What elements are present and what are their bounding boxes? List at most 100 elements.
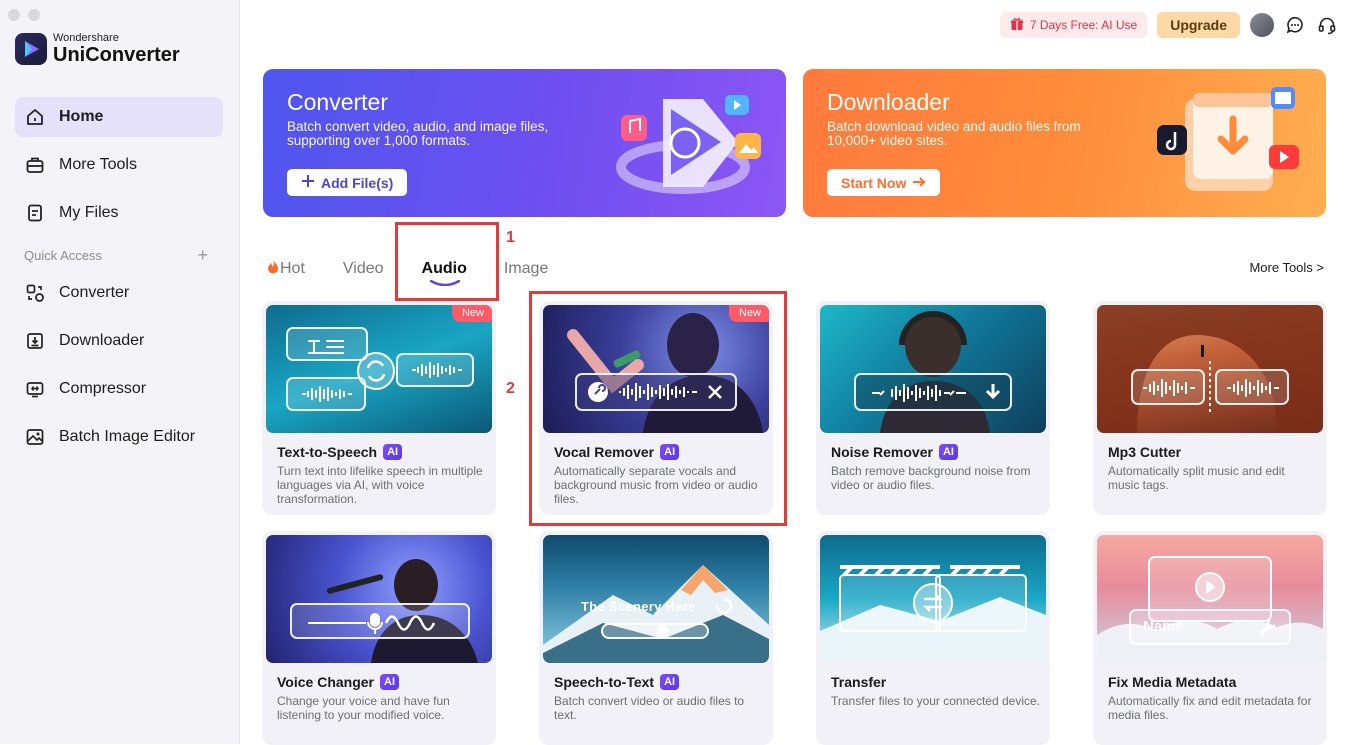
toolbox-icon: [24, 154, 46, 176]
uniconverter-logo-icon: [15, 33, 47, 65]
tool-card-voice-changer[interactable]: Voice Changer AI Change your voice and h…: [262, 531, 496, 745]
card-thumbnail: New: [266, 305, 492, 433]
ai-badge: AI: [383, 444, 403, 460]
downloader-icon: [24, 330, 46, 352]
card-thumbnail: [266, 535, 492, 663]
ai-badge: AI: [380, 674, 399, 690]
banner-description: Batch download video and audio files fro…: [827, 119, 1081, 148]
plus-icon: [301, 174, 315, 191]
sidebar-item-label: Converter: [59, 284, 130, 301]
window-controls: [8, 9, 40, 21]
tool-card-mp3-cutter[interactable]: Mp3 Cutter Automatically split music and…: [1093, 301, 1327, 515]
tab-image[interactable]: Image: [504, 260, 548, 278]
annotation-number-1: 1: [506, 229, 515, 246]
arrow-right-icon: [912, 175, 926, 191]
start-now-button[interactable]: Start Now: [827, 169, 941, 196]
tool-card-transfer[interactable]: Transfer Transfer files to your connecte…: [816, 531, 1050, 745]
card-thumbnail: Name: [1097, 535, 1323, 663]
sidebar-item-label: Home: [59, 108, 104, 125]
sidebar-item-batch-image-editor[interactable]: Batch Image Editor: [15, 417, 223, 457]
audio-segment-right: [1215, 369, 1289, 405]
singer-silhouette: [567, 313, 763, 433]
downloader-banner[interactable]: Downloader Batch download video and audi…: [803, 69, 1326, 217]
card-thumbnail: New: [543, 305, 769, 433]
tab-video[interactable]: Video: [343, 260, 384, 278]
ai-badge: AI: [660, 674, 680, 690]
card-title: Vocal Remover: [554, 444, 655, 460]
upgrade-button[interactable]: Upgrade: [1157, 12, 1240, 38]
tool-card-vocal-remover[interactable]: New Vocal Remover AI Automatically separ…: [539, 301, 773, 515]
tool-card-text-to-speech[interactable]: New Text-to-Speech AI Turn text into lif…: [262, 301, 496, 515]
card-thumbnail: [820, 305, 1046, 433]
sidebar-item-label: More Tools: [59, 156, 137, 173]
support-headset-icon[interactable]: [1316, 14, 1338, 36]
card-title: Transfer: [831, 674, 887, 690]
sidebar-item-label: Batch Image Editor: [59, 428, 196, 445]
minimize-window-button[interactable]: [28, 9, 40, 21]
waveform-icon: [1143, 379, 1195, 397]
scenery-caption: The Scenery Here: [581, 599, 696, 614]
converter-banner[interactable]: Converter Batch convert video, audio, an…: [263, 69, 786, 217]
card-thumbnail: [1097, 305, 1323, 433]
quick-access-label: Quick Access: [24, 248, 103, 263]
card-title: Mp3 Cutter: [1108, 444, 1182, 460]
add-files-button[interactable]: Add File(s): [287, 169, 408, 196]
sidebar-item-my-files[interactable]: My Files: [15, 193, 223, 233]
card-title-row: Speech-to-Text AI: [554, 674, 680, 690]
sidebar-item-label: Compressor: [59, 380, 147, 397]
quick-access-header: Quick Access +: [24, 246, 208, 264]
metadata-name-field: Name: [1129, 609, 1291, 645]
sidebar-item-more-tools[interactable]: More Tools: [15, 145, 223, 185]
card-title-row: Fix Media Metadata: [1108, 674, 1236, 690]
slider-handle: [657, 625, 669, 637]
card-title: Noise Remover: [831, 444, 933, 460]
waveform-icon: [1227, 379, 1279, 397]
tool-card-noise-remover[interactable]: Noise Remover AI Batch remove background…: [816, 301, 1050, 515]
home-icon: [24, 106, 46, 128]
close-window-button[interactable]: [8, 9, 20, 21]
image-editor-icon: [24, 426, 46, 448]
app-logo: Wondershare UniConverter: [15, 33, 180, 65]
avatar[interactable]: [1250, 13, 1274, 37]
downloader-illustration: [1157, 87, 1299, 191]
sidebar-item-compressor[interactable]: Compressor: [15, 369, 223, 409]
brand-small: Wondershare: [53, 32, 119, 44]
metadata-field-label: Name: [1143, 618, 1184, 635]
sidebar-item-home[interactable]: Home: [15, 97, 223, 137]
feedback-icon[interactable]: [1284, 14, 1306, 36]
wrench-icon: [1259, 619, 1276, 636]
card-title-row: Vocal Remover AI: [554, 444, 680, 460]
ai-badge: AI: [660, 444, 680, 460]
card-title: Voice Changer: [277, 674, 374, 690]
card-title-row: Mp3 Cutter: [1108, 444, 1181, 460]
loading-spinner-icon: [715, 597, 733, 615]
sidebar: Wondershare UniConverter Home More Tools…: [0, 0, 240, 744]
fire-icon: [266, 258, 280, 279]
file-icon: [24, 202, 46, 224]
tab-hot[interactable]: Hot: [266, 258, 305, 279]
banner-title: Converter: [287, 89, 388, 115]
tool-card-fix-media-metadata[interactable]: Name Fix Media Metadata Automatically fi…: [1093, 531, 1327, 745]
sidebar-item-converter[interactable]: Converter: [15, 273, 223, 313]
gift-icon: [1010, 17, 1024, 34]
sidebar-item-label: My Files: [59, 204, 119, 221]
tab-label: Image: [503, 259, 549, 277]
more-tools-link[interactable]: More Tools >: [1249, 260, 1324, 275]
free-trial-promo[interactable]: 7 Days Free: AI Use: [999, 12, 1148, 38]
tool-card-speech-to-text[interactable]: The Scenery Here Speech-to-Text AI Batch…: [539, 531, 773, 745]
banner-title: Downloader: [827, 89, 950, 115]
singer-silhouette: [326, 559, 478, 663]
waveform-icon: [412, 362, 462, 378]
new-badge: New: [728, 305, 769, 322]
add-quick-access-button[interactable]: +: [197, 246, 208, 264]
tab-label: Hot: [280, 259, 305, 277]
top-bar: 7 Days Free: AI Use Upgrade: [999, 12, 1338, 38]
sidebar-item-downloader[interactable]: Downloader: [15, 321, 223, 361]
card-description: Change your voice and have fun listening…: [277, 694, 450, 722]
card-title-row: Text-to-Speech AI: [277, 444, 403, 460]
annotation-number-2: 2: [506, 380, 515, 397]
close-icon: [708, 385, 722, 399]
card-title: Speech-to-Text: [554, 674, 655, 690]
cut-line: [1209, 361, 1211, 413]
promo-text: 7 Days Free: AI Use: [1029, 18, 1138, 32]
